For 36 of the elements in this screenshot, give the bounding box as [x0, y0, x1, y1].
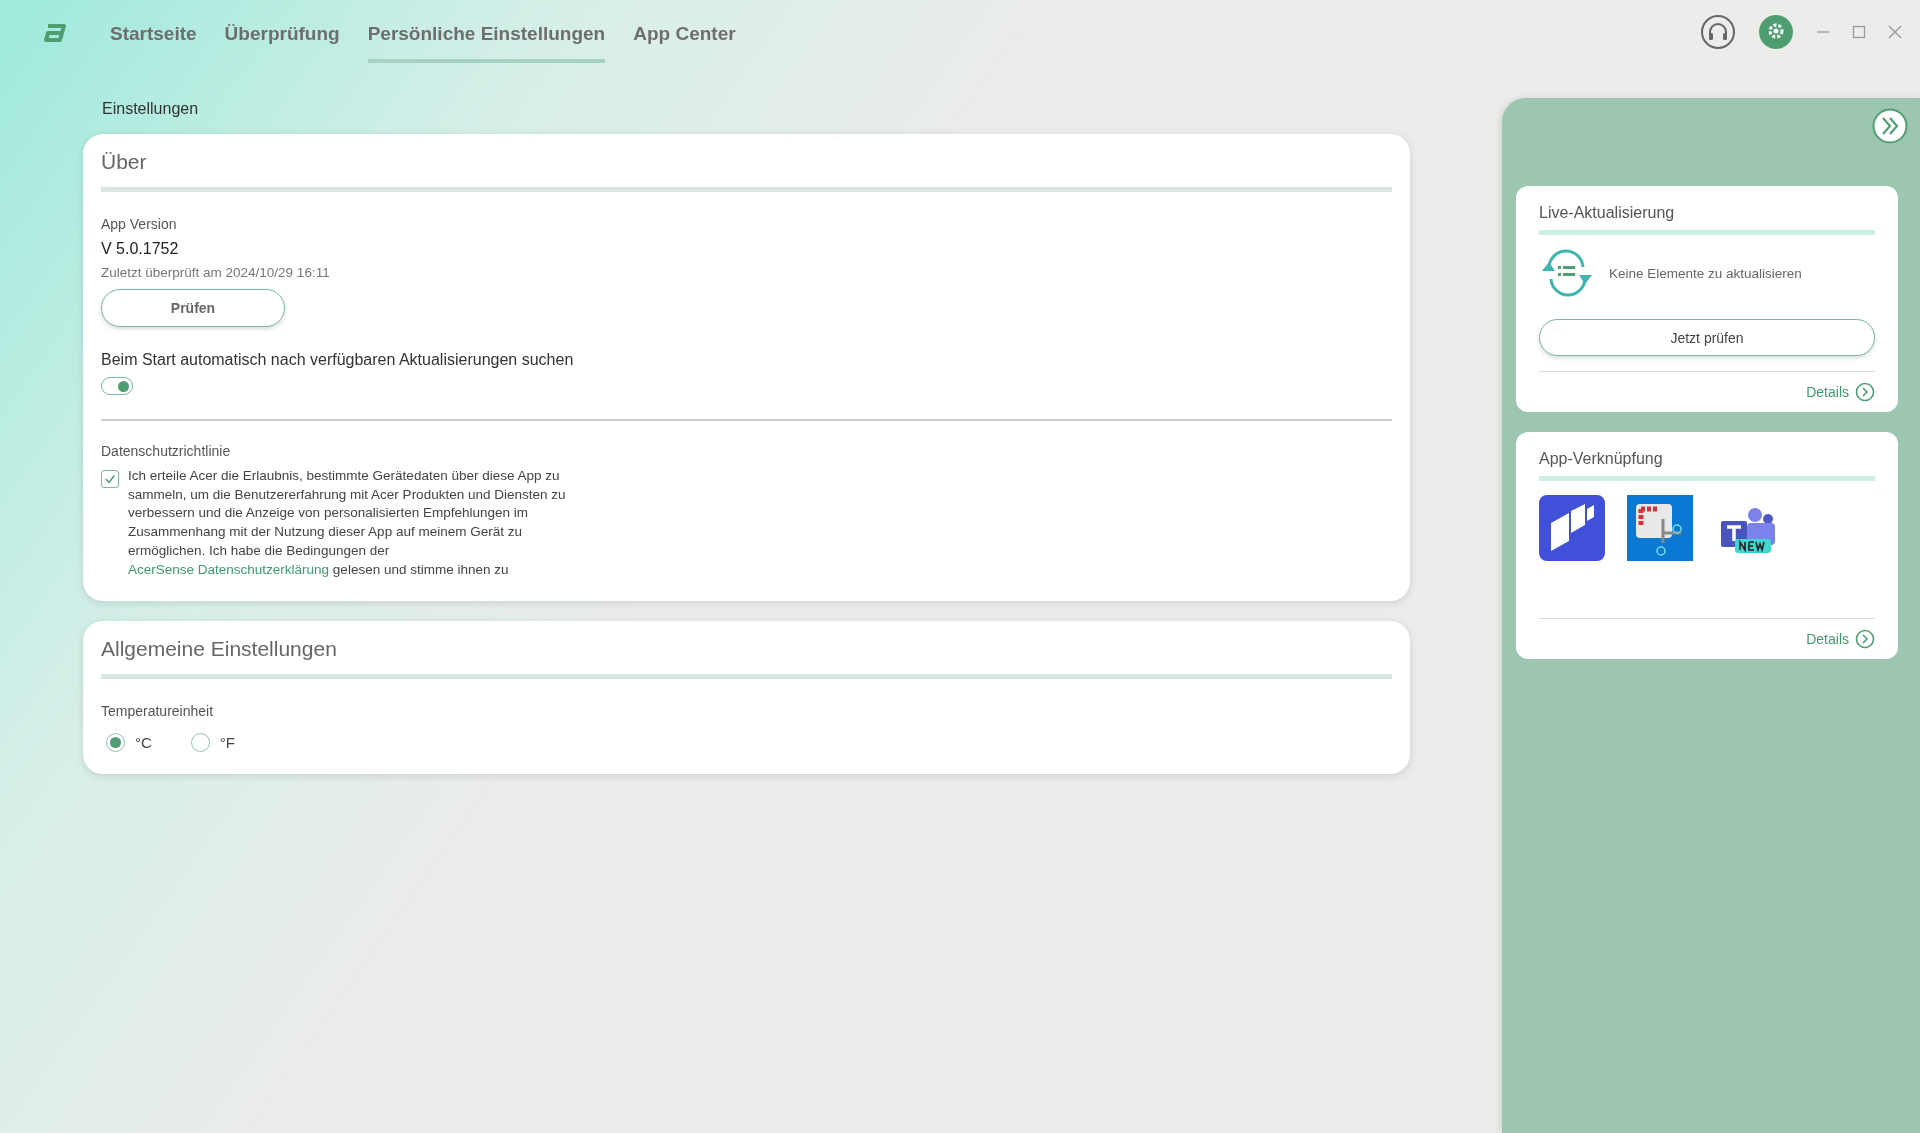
checkmark-icon	[104, 473, 116, 485]
check-now-button[interactable]: Jetzt prüfen	[1539, 319, 1875, 356]
card-title: App-Verknüpfung	[1539, 450, 1664, 468]
details-link[interactable]: Details	[1806, 384, 1849, 400]
consent-text: Ich erteile Acer die Erlaubnis, bestimmte Gerätedaten über diese App zu sammeln, um die Benutzererfahrung mit Acer Produkten und Diensten zu verbessern und die Anzeige von personalisierten Empfehlungen im Zusammenhang mit der Nutzung dieser App auf meinem Gerät zu ermöglichen. Ich habe die Bedingungen der AcerSense Datenschutzerklärung gelesen und stimme ihnen zu	[128, 467, 567, 579]
details-link[interactable]: Details	[1806, 631, 1849, 647]
last-checked-text: Zuletzt überprüft am 2024/10/29 16:11	[101, 265, 331, 280]
card-title: Live-Aktualisierung	[1539, 204, 1676, 222]
chevron-circle-icon[interactable]	[1855, 629, 1875, 649]
settings-icon[interactable]	[1758, 14, 1794, 50]
collapse-icon[interactable]	[1872, 108, 1908, 144]
maximize-icon[interactable]	[1852, 25, 1866, 39]
field-label: Temperatureinheit	[101, 703, 215, 720]
version-text: V 5.0.1752	[101, 240, 180, 258]
app-icon[interactable]	[1627, 495, 1693, 561]
nav-tab[interactable]: Startseite	[110, 20, 197, 63]
consent-checkbox[interactable]	[101, 470, 119, 488]
radio-label: °F	[219, 734, 235, 752]
nav-tab[interactable]: Überprüfung	[224, 20, 340, 63]
refresh-list-icon	[1539, 249, 1595, 297]
chevron-circle-icon[interactable]	[1855, 382, 1875, 402]
radio-label: °C	[135, 734, 152, 752]
auto-update-label: Beim Start automatisch nach verfügbaren Aktualisierungen suchen	[101, 351, 575, 369]
field-label: App Version	[101, 216, 178, 232]
close-icon[interactable]	[1888, 25, 1902, 39]
app-icon[interactable]	[1539, 495, 1605, 561]
nav-tab[interactable]: App Center	[633, 20, 736, 63]
card-title: Allgemeine Einstellungen	[101, 637, 338, 662]
card-title: Über	[101, 150, 148, 174]
nav-tab[interactable]: Persönliche Einstellungen	[367, 20, 606, 63]
status-text: Keine Elemente zu aktualisieren	[1609, 265, 1802, 281]
field-label: Datenschutzrichtlinie	[101, 443, 232, 459]
headset-icon[interactable]	[1700, 14, 1736, 50]
page-title: Einstellungen	[102, 99, 200, 118]
privacy-link[interactable]: AcerSense Datenschutzerklärung	[128, 561, 330, 577]
check-button[interactable]: Prüfen	[101, 289, 285, 327]
